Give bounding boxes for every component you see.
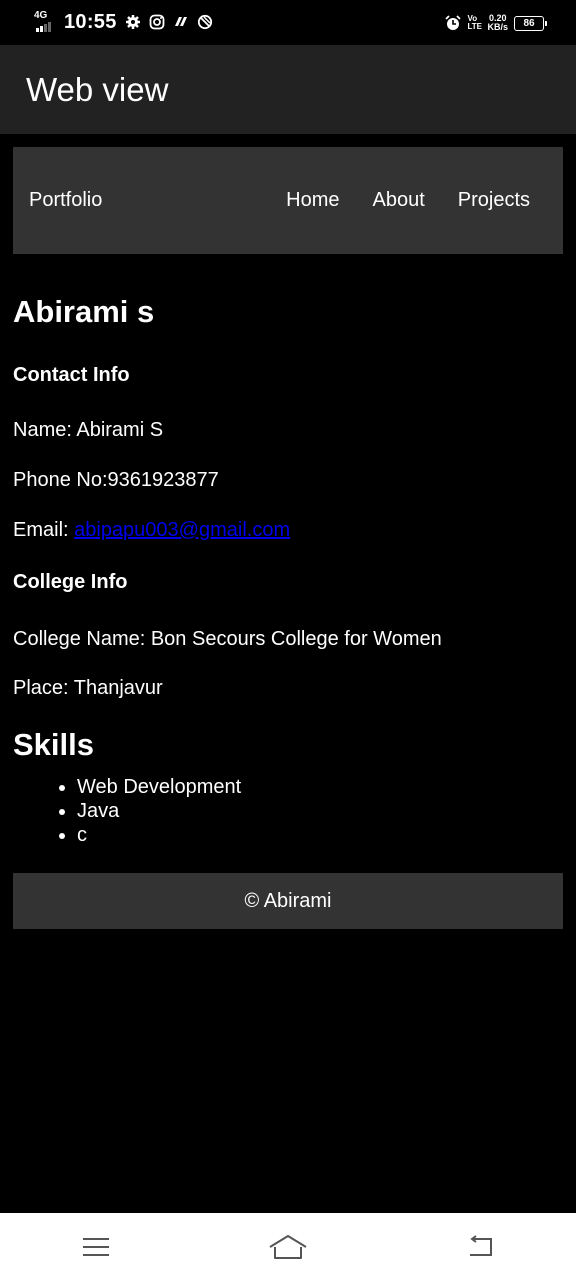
nav-link-home[interactable]: Home bbox=[286, 189, 339, 212]
alarm-clock-icon bbox=[445, 15, 462, 30]
system-nav-bar bbox=[0, 1213, 576, 1280]
home-button[interactable] bbox=[266, 1231, 310, 1263]
settings-gear-icon bbox=[125, 15, 140, 29]
skill-item: Java bbox=[77, 799, 563, 823]
contact-phone: Phone No:9361923877 bbox=[13, 469, 219, 491]
app-notification-icon bbox=[174, 17, 187, 26]
battery-level: 86 bbox=[523, 17, 535, 29]
site-footer: © Abirami bbox=[13, 873, 563, 929]
skills-heading: Skills bbox=[13, 727, 94, 762]
battery-icon: 86 bbox=[514, 15, 547, 31]
email-label: Email: bbox=[13, 519, 75, 541]
status-time: 10:55 bbox=[64, 10, 117, 33]
contact-name: Name: Abirami S bbox=[13, 419, 164, 441]
network-speed: 0.20 KB/s bbox=[487, 13, 508, 32]
college-info-heading: College Info bbox=[13, 571, 128, 593]
back-icon bbox=[470, 1234, 492, 1256]
cellular-signal-icon: 4G bbox=[34, 11, 60, 33]
site-brand: Portfolio bbox=[29, 189, 103, 211]
contact-email: Email: abipapu003@gmail.com bbox=[13, 515, 563, 545]
nav-link-about[interactable]: About bbox=[372, 189, 424, 212]
app-title: Web view bbox=[26, 70, 169, 108]
page-heading: Abirami s bbox=[13, 294, 155, 329]
volte-icon: Vo LTE bbox=[467, 14, 482, 31]
skill-item: Web Development bbox=[77, 775, 563, 799]
footer-text: © Abirami bbox=[244, 889, 332, 912]
back-button[interactable] bbox=[458, 1231, 502, 1263]
network-type: 4G bbox=[34, 10, 48, 21]
instagram-icon bbox=[149, 14, 165, 30]
site-navbar: Portfolio Home About Projects bbox=[13, 147, 563, 254]
email-link[interactable]: abipapu003@gmail.com bbox=[74, 519, 290, 541]
status-bar: 4G 10:55 Vo LTE 0.20 KB/s 86 bbox=[0, 0, 576, 45]
skills-list: Web Development Java c bbox=[13, 775, 563, 847]
college-name: College Name: Bon Secours College for Wo… bbox=[13, 628, 442, 650]
menu-icon bbox=[83, 1237, 109, 1256]
college-place: Place: Thanjavur bbox=[13, 677, 163, 699]
data-saver-icon bbox=[197, 14, 212, 30]
app-bar: Web view bbox=[0, 45, 576, 134]
nav-link-projects[interactable]: Projects bbox=[458, 189, 530, 212]
webview-content: Portfolio Home About Projects Abirami s … bbox=[13, 147, 563, 929]
menu-button[interactable] bbox=[74, 1231, 118, 1263]
contact-info-heading: Contact Info bbox=[13, 364, 130, 386]
skill-item: c bbox=[77, 823, 563, 847]
nav-links: Home About Projects bbox=[253, 189, 530, 212]
home-icon bbox=[269, 1234, 307, 1259]
